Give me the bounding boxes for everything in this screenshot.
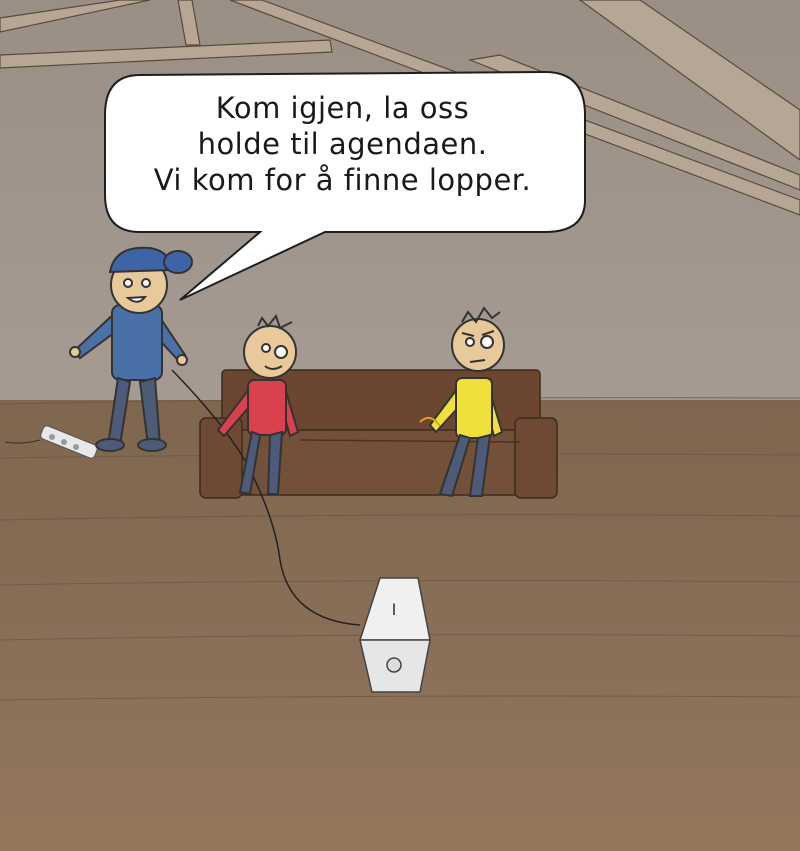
speech-line-3: Vi kom for å finne lopper.	[153, 163, 532, 197]
speech-bubble-text: Kom igjen, la oss holde til agendaen. Vi…	[120, 90, 565, 198]
svg-text:I: I	[392, 600, 397, 619]
speech-line-2: holde til agendaen.	[197, 127, 488, 161]
speech-line-1: Kom igjen, la oss	[215, 91, 470, 125]
